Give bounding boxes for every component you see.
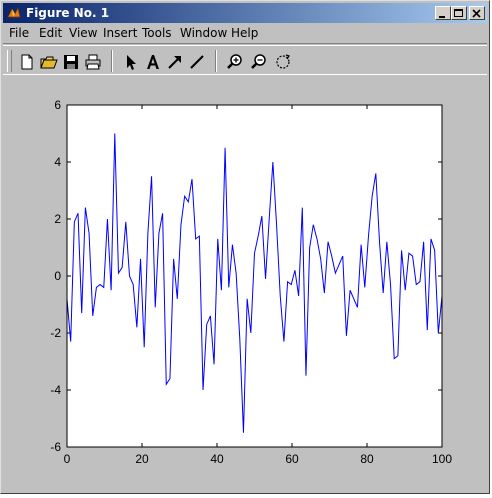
menu-tools[interactable]: Tools (142, 26, 172, 40)
x-tick-label: 80 (360, 452, 374, 466)
menu-help[interactable]: Help (231, 26, 258, 40)
toolbar-separator (111, 50, 113, 72)
minimize-icon (439, 16, 445, 18)
insert-line-button[interactable] (187, 52, 207, 72)
print-icon (85, 54, 101, 70)
rotate-3d-button[interactable] (273, 52, 293, 72)
close-button[interactable] (469, 6, 485, 20)
text-icon (147, 55, 159, 69)
menu-file[interactable]: File (9, 26, 29, 40)
axes-background (67, 105, 442, 447)
new-file-icon (21, 54, 33, 70)
print-button[interactable] (83, 52, 103, 72)
line-plot[interactable]: 0 20 40 60 80 1006420-2-4-6 (3, 75, 489, 493)
title-bar[interactable]: Figure No. 1 (3, 3, 487, 23)
menu-view[interactable]: View (69, 26, 97, 40)
insert-text-button[interactable] (143, 52, 163, 72)
figure-canvas: 0 20 40 60 80 100 6 4 2 0 -2 -4 -6 (3, 75, 489, 493)
y-tick-label: -2 (50, 326, 61, 340)
arrow-icon (168, 56, 181, 69)
maximize-icon (454, 9, 463, 17)
close-icon (472, 9, 481, 18)
y-tick-label: 6 (54, 98, 61, 112)
save-button[interactable] (61, 52, 81, 72)
zoom-out-button[interactable] (249, 52, 269, 72)
y-tick-label: 0 (54, 269, 61, 283)
line-icon (190, 55, 204, 69)
y-tick-label: -4 (50, 383, 61, 397)
toolbar (3, 43, 487, 75)
menu-edit[interactable]: Edit (39, 26, 62, 40)
figure-window: Figure No. 1 File Edit View Insert Tools… (0, 0, 490, 494)
open-button[interactable] (39, 52, 59, 72)
zoom-in-button[interactable] (225, 52, 245, 72)
select-arrow-icon (127, 55, 136, 70)
window-title: Figure No. 1 (26, 6, 110, 20)
x-tick-label: 40 (210, 452, 224, 466)
y-tick-label: 2 (54, 212, 61, 226)
x-tick-label: 20 (135, 452, 149, 466)
x-tick-label: 100 (432, 452, 452, 466)
zoom-out-icon (251, 54, 266, 69)
x-tick-label: 0 (64, 452, 71, 466)
y-tick-label: -6 (50, 440, 61, 454)
save-icon (64, 55, 78, 69)
zoom-in-icon (227, 54, 242, 69)
maximize-button[interactable] (451, 6, 467, 20)
open-folder-icon (40, 56, 58, 69)
select-button[interactable] (121, 52, 141, 72)
minimize-button[interactable] (435, 6, 451, 20)
y-tick-label: 4 (54, 155, 61, 169)
insert-arrow-button[interactable] (165, 52, 185, 72)
toolbar-separator (215, 50, 217, 72)
toolbar-grip[interactable] (7, 50, 12, 72)
menu-insert[interactable]: Insert (103, 26, 137, 40)
rotate-icon (276, 54, 290, 69)
new-file-button[interactable] (17, 52, 37, 72)
matlab-logo-icon (7, 6, 21, 18)
menu-bar: File Edit View Insert Tools Window Help (3, 24, 487, 42)
menu-window[interactable]: Window (180, 26, 227, 40)
x-tick-label: 60 (285, 452, 299, 466)
